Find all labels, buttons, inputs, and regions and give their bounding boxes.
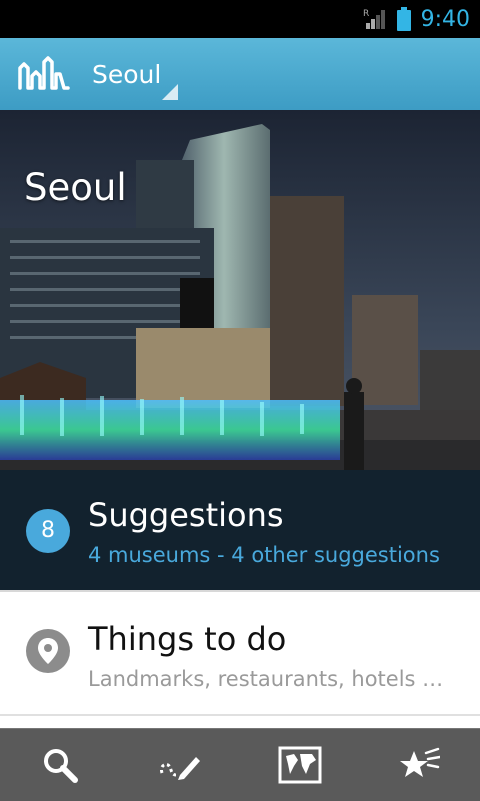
bottom-nav bbox=[0, 728, 480, 801]
hero-cityscape bbox=[0, 110, 480, 470]
svg-text:R: R bbox=[363, 9, 369, 19]
itinerary-pen-icon bbox=[160, 757, 200, 780]
things-to-do-title: Things to do bbox=[88, 620, 287, 658]
tab-search[interactable] bbox=[0, 729, 120, 801]
tab-map[interactable] bbox=[240, 729, 360, 801]
city-hero-image[interactable]: Seoul bbox=[0, 110, 480, 470]
favorites-stars-icon bbox=[400, 747, 440, 777]
suggestions-count-badge: 8 bbox=[26, 509, 70, 553]
search-icon bbox=[44, 749, 78, 783]
world-map-icon bbox=[278, 746, 322, 784]
status-time: 9:40 bbox=[420, 6, 470, 32]
action-bar: Seoul bbox=[0, 38, 480, 112]
spinner-triangle-icon bbox=[162, 84, 178, 100]
suggestions-row[interactable]: 8 Suggestions 4 museums - 4 other sugges… bbox=[0, 470, 480, 590]
suggestions-subtitle: 4 museums - 4 other suggestions bbox=[88, 543, 440, 567]
tab-itinerary[interactable] bbox=[120, 729, 240, 801]
signal-roaming-icon: R bbox=[363, 7, 387, 31]
suggestions-title: Suggestions bbox=[88, 496, 284, 534]
things-to-do-subtitle: Landmarks, restaurants, hotels … bbox=[88, 667, 444, 691]
city-spinner[interactable]: Seoul bbox=[92, 38, 182, 110]
map-pin-icon bbox=[26, 629, 70, 673]
city-skyline-logo-icon[interactable] bbox=[18, 54, 70, 94]
tab-favorites[interactable] bbox=[360, 729, 480, 801]
status-bar: R 9:40 bbox=[0, 0, 480, 38]
city-spinner-label: Seoul bbox=[92, 60, 162, 89]
hero-city-title: Seoul bbox=[24, 166, 127, 209]
battery-icon bbox=[396, 7, 411, 31]
things-to-do-row[interactable]: Things to do Landmarks, restaurants, hot… bbox=[0, 590, 480, 716]
